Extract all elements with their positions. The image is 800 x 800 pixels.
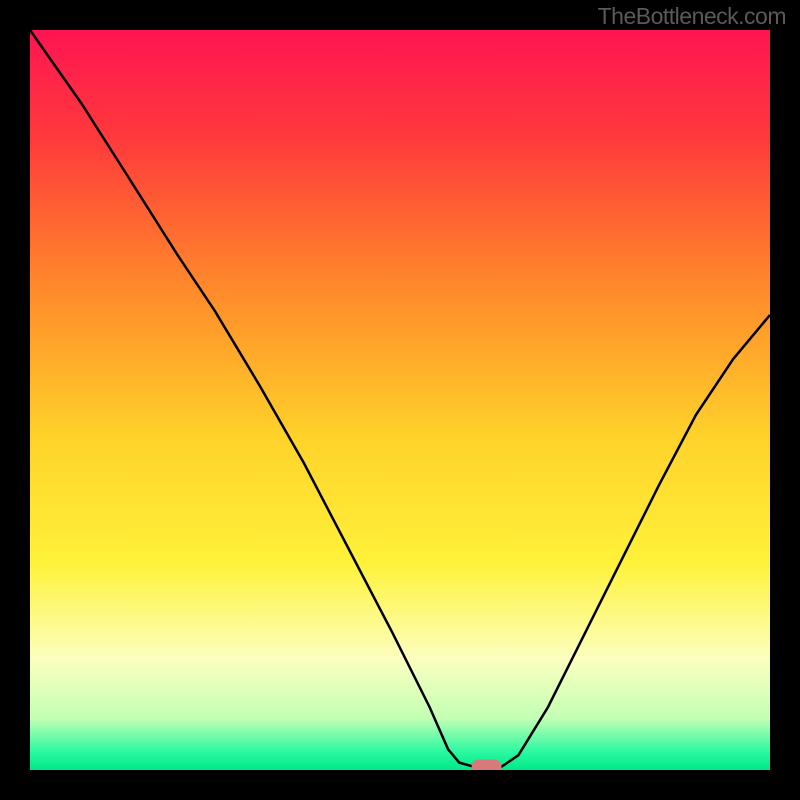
chart-svg [0,0,800,800]
frame-right [770,0,800,800]
frame-left [0,0,30,800]
watermark-text: TheBottleneck.com [598,3,786,30]
frame-bottom [0,770,800,800]
plot-background [30,30,770,770]
bottleneck-chart: TheBottleneck.com [0,0,800,800]
